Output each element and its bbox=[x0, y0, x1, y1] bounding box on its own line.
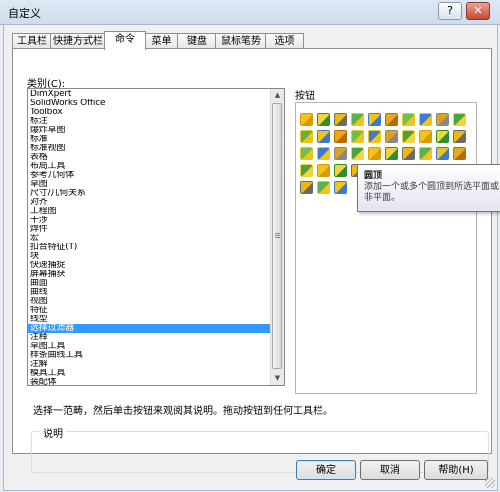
curve-pattern-icon[interactable] bbox=[334, 147, 347, 160]
scroll-thumb[interactable] bbox=[272, 103, 282, 369]
scale-icon[interactable] bbox=[453, 147, 466, 160]
category-item[interactable]: 标准视图 bbox=[28, 144, 270, 153]
close-button[interactable]: ✕ bbox=[466, 2, 490, 20]
linear-pattern-icon[interactable] bbox=[300, 147, 313, 160]
buttons-label: 按钮 bbox=[295, 91, 315, 102]
sketch-pattern-icon[interactable] bbox=[351, 147, 364, 160]
tooltip-title: 圆顶 bbox=[364, 171, 383, 181]
category-item[interactable]: 草图工具 bbox=[28, 342, 270, 351]
extrude-cut-icon[interactable] bbox=[385, 113, 398, 126]
description-group: 说明 bbox=[31, 425, 489, 473]
category-item[interactable]: 注释 bbox=[28, 333, 270, 342]
tab-3[interactable]: 菜单 bbox=[144, 33, 179, 49]
help-button[interactable]: 帮助(H) bbox=[424, 460, 488, 480]
category-item[interactable]: 线型 bbox=[28, 315, 270, 324]
rib-icon[interactable] bbox=[351, 130, 364, 143]
indent-icon[interactable] bbox=[334, 164, 347, 177]
lofted-cut-icon[interactable] bbox=[453, 113, 466, 126]
category-item[interactable]: 爆炸草图 bbox=[28, 126, 270, 135]
category-item[interactable]: 视图 bbox=[28, 297, 270, 306]
category-item[interactable]: SolidWorks Office bbox=[28, 99, 270, 108]
button-tooltip: 圆顶 添加一个或多个圆顶到所选平面或非平面。 bbox=[357, 164, 500, 212]
wrap-icon[interactable] bbox=[419, 130, 432, 143]
category-item[interactable]: 样条曲线工具 bbox=[28, 351, 270, 360]
loft-icon[interactable] bbox=[351, 113, 364, 126]
circular-pattern-icon[interactable] bbox=[317, 147, 330, 160]
help-title-button[interactable]: ? bbox=[438, 2, 462, 20]
revolve-icon[interactable] bbox=[317, 113, 330, 126]
move-face-icon[interactable] bbox=[402, 147, 415, 160]
intersect-icon[interactable] bbox=[436, 130, 449, 143]
category-item[interactable]: 表格 bbox=[28, 153, 270, 162]
tab-0[interactable]: 工具栏 bbox=[12, 33, 52, 49]
boundary-boss-icon[interactable] bbox=[368, 113, 381, 126]
category-item[interactable]: 模具工具 bbox=[28, 369, 270, 378]
category-item[interactable]: 扣合特征(T) bbox=[28, 243, 270, 252]
shell-icon[interactable] bbox=[385, 130, 398, 143]
delete-face-icon[interactable] bbox=[419, 147, 432, 160]
category-item[interactable]: 草图 bbox=[28, 180, 270, 189]
tab-2[interactable]: 命令 bbox=[104, 31, 146, 50]
category-item[interactable]: 屏幕捕获 bbox=[28, 270, 270, 279]
scroll-down-icon[interactable]: ▼ bbox=[271, 372, 284, 385]
window-title: 自定义 bbox=[8, 7, 41, 20]
category-item[interactable]: 曲面 bbox=[28, 279, 270, 288]
swept-cut-icon[interactable] bbox=[436, 113, 449, 126]
ok-button[interactable]: 确定 bbox=[296, 460, 356, 480]
tab-1[interactable]: 快捷方式栏 bbox=[50, 33, 106, 49]
dome-icon[interactable] bbox=[402, 130, 415, 143]
draft-icon[interactable] bbox=[368, 130, 381, 143]
commands-panel: 类别(C): ▲ ▼ DimXpert SolidWorks Office Tool… bbox=[12, 48, 492, 473]
category-item[interactable]: 焊件 bbox=[28, 225, 270, 234]
fill-pattern-icon[interactable] bbox=[385, 147, 398, 160]
pattern-driven-icon[interactable] bbox=[300, 181, 313, 194]
category-item[interactable]: 对齐 bbox=[28, 198, 270, 207]
category-item[interactable]: 曲线 bbox=[28, 288, 270, 297]
boundary-cut-icon[interactable] bbox=[300, 130, 313, 143]
category-item[interactable]: 装配体 bbox=[28, 378, 270, 385]
category-item[interactable]: 布局工具 bbox=[28, 162, 270, 171]
cancel-button[interactable]: 取消 bbox=[360, 460, 420, 480]
title-bar: 自定义 ? ✕ bbox=[0, 0, 500, 25]
scroll-up-icon[interactable]: ▲ bbox=[271, 89, 284, 102]
categories-scrollbar[interactable]: ▲ ▼ bbox=[270, 89, 284, 385]
resize-grip[interactable] bbox=[485, 478, 495, 488]
category-item[interactable]: Toolbox bbox=[28, 108, 270, 117]
sweep-icon[interactable] bbox=[334, 113, 347, 126]
chamfer-icon[interactable] bbox=[334, 130, 347, 143]
category-item[interactable]: 快速捕捉 bbox=[28, 261, 270, 270]
library-feature-icon[interactable] bbox=[334, 181, 347, 194]
fillet-icon[interactable] bbox=[317, 130, 330, 143]
tab-4[interactable]: 键盘 bbox=[177, 33, 217, 49]
tab-5[interactable]: 鼠标笔势 bbox=[215, 33, 267, 49]
category-item[interactable]: 块 bbox=[28, 252, 270, 261]
variable-pattern-icon[interactable] bbox=[317, 181, 330, 194]
table-pattern-icon[interactable] bbox=[368, 147, 381, 160]
tooltip-description: 添加一个或多个圆顶到所选平面或非平面。 bbox=[364, 182, 500, 203]
category-item[interactable]: 选择过滤器 bbox=[28, 324, 270, 333]
split-icon[interactable] bbox=[436, 147, 449, 160]
tab-6[interactable]: 选项 bbox=[265, 33, 304, 49]
category-item[interactable]: 尺寸/几何关系 bbox=[28, 189, 270, 198]
revolve-cut-icon[interactable] bbox=[419, 113, 432, 126]
category-item[interactable]: DimXpert bbox=[28, 90, 270, 99]
category-item[interactable]: 标准 bbox=[28, 135, 270, 144]
category-item[interactable]: 特征 bbox=[28, 306, 270, 315]
description-label: 说明 bbox=[40, 425, 66, 440]
category-item[interactable]: 注解 bbox=[28, 360, 270, 369]
category-item[interactable]: 参考几何体 bbox=[28, 171, 270, 180]
extrude-boss-icon[interactable] bbox=[300, 113, 313, 126]
category-item[interactable]: 工程图 bbox=[28, 207, 270, 216]
flex-icon[interactable] bbox=[300, 164, 313, 177]
category-item[interactable]: 标注 bbox=[28, 117, 270, 126]
buttons-grid bbox=[295, 102, 477, 394]
category-item[interactable]: 宏 bbox=[28, 234, 270, 243]
instruction-text: 选择一范畴，然后单击按钮来观阅其说明。拖动按钮到任何工具栏。 bbox=[33, 406, 333, 417]
category-item[interactable]: 干涉 bbox=[28, 216, 270, 225]
categories-listbox[interactable]: ▲ ▼ DimXpert SolidWorks Office Toolbox 标注 爆炸… bbox=[27, 88, 285, 386]
mirror-icon[interactable] bbox=[453, 130, 466, 143]
dialog-client: 工具栏 快捷方式栏 命令 菜单 键盘 鼠标笔势 选项 类别(C): ▲ ▼ DimXpert… bbox=[3, 24, 498, 491]
hole-icon[interactable] bbox=[402, 113, 415, 126]
deform-icon[interactable] bbox=[317, 164, 330, 177]
